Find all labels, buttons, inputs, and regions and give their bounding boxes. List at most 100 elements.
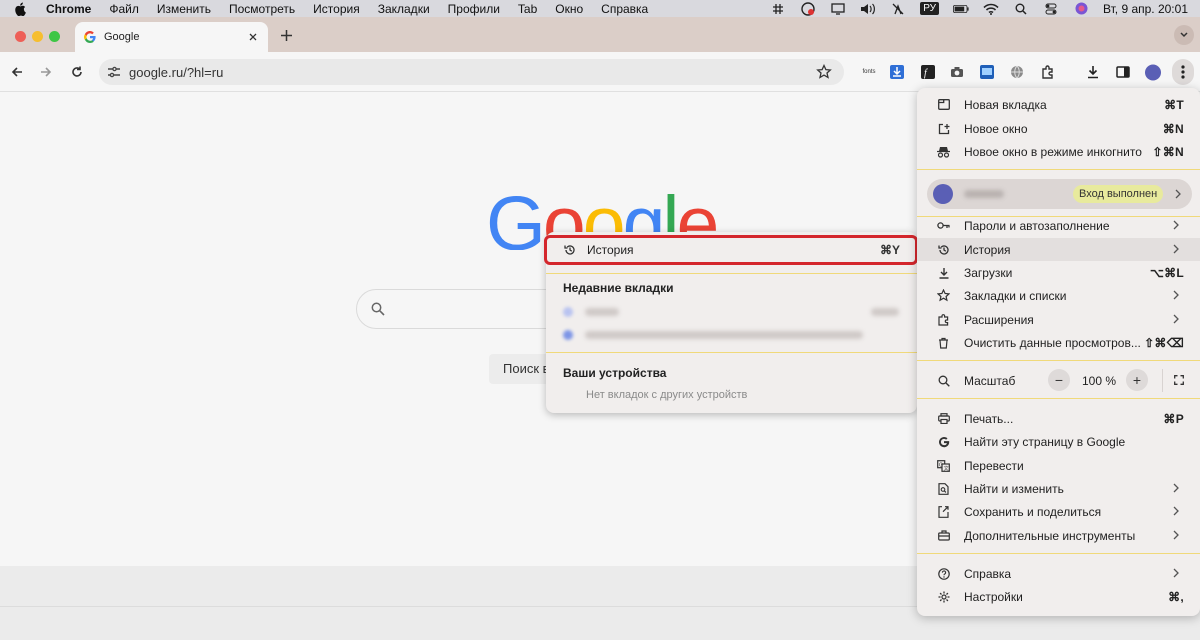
camera-extension-icon[interactable] xyxy=(949,64,965,80)
battery-icon[interactable] xyxy=(953,2,969,16)
profile-name-blurred xyxy=(964,190,1004,198)
menu-item-label: Закладки и списки xyxy=(964,289,1067,303)
translate-icon: G文 xyxy=(937,459,950,472)
recent-tab-title-blurred xyxy=(585,331,863,339)
star-icon xyxy=(937,289,950,302)
signed-in-badge: Вход выполнен xyxy=(1073,185,1164,203)
zoom-value: 100 % xyxy=(1082,374,1117,388)
extensions-puzzle-icon[interactable] xyxy=(1040,64,1056,80)
window-zoom-button[interactable] xyxy=(49,31,60,42)
globe-extension-icon[interactable] xyxy=(1009,64,1025,80)
print-icon xyxy=(937,412,950,425)
menu-item-label: Найти и изменить xyxy=(964,482,1064,496)
siri-icon[interactable] xyxy=(1073,2,1089,16)
menubar-edit[interactable]: Изменить xyxy=(157,2,211,16)
history-submenu: История ⌘Y Недавние вкладки Ваши устройс… xyxy=(544,232,918,413)
menu-item-passwords[interactable]: Пароли и автозаполнение xyxy=(917,214,1200,237)
recent-tab-item[interactable] xyxy=(563,306,619,318)
tab-close-icon[interactable] xyxy=(246,30,260,44)
menubar-tab[interactable]: Tab xyxy=(518,2,537,16)
menu-item-more-tools[interactable]: Дополнительные инструменты xyxy=(917,524,1200,547)
screenshot-extension-icon[interactable] xyxy=(979,64,995,80)
menubar-view[interactable]: Посмотреть xyxy=(229,2,295,16)
fullscreen-button[interactable] xyxy=(1168,369,1190,391)
window-minimize-button[interactable] xyxy=(32,31,43,42)
browser-toolbar: google.ru/?hl=ru fonts f xyxy=(0,52,1200,92)
menu-item-translate[interactable]: G文 Перевести xyxy=(917,454,1200,477)
menu-item-new-window[interactable]: Новое окно ⌘N xyxy=(917,117,1200,140)
display-icon[interactable] xyxy=(830,2,846,16)
tab-google[interactable]: Google xyxy=(75,22,268,52)
apple-icon[interactable] xyxy=(14,2,28,16)
bookmark-star-icon[interactable] xyxy=(816,64,832,80)
fonts-extension-icon[interactable]: fonts xyxy=(859,64,879,80)
menu-item-downloads[interactable]: Загрузки ⌥⌘L xyxy=(917,261,1200,284)
profile-avatar[interactable] xyxy=(1145,64,1161,80)
menu-item-shortcut: ⌥⌘L xyxy=(1149,266,1184,280)
recent-tab-item[interactable] xyxy=(563,329,863,341)
menu-item-label: Сохранить и поделиться xyxy=(964,505,1102,519)
chevron-right-icon xyxy=(1173,568,1181,578)
tab-search-button[interactable] xyxy=(1174,25,1194,45)
menu-item-search-page-google[interactable]: Найти эту страницу в Google xyxy=(917,430,1200,453)
menu-item-settings[interactable]: Настройки ⌘, xyxy=(917,585,1200,608)
forward-button[interactable] xyxy=(38,64,54,80)
menubar-file[interactable]: Файл xyxy=(109,2,139,16)
menu-item-extensions[interactable]: Расширения xyxy=(917,308,1200,331)
menubar-history[interactable]: История xyxy=(313,2,360,16)
menu-item-shortcut: ⇧⌘N xyxy=(1152,145,1184,159)
address-bar[interactable]: google.ru/?hl=ru xyxy=(99,59,844,85)
side-panel-icon[interactable] xyxy=(1115,64,1131,80)
menu-item-find-and-edit[interactable]: Найти и изменить xyxy=(917,477,1200,500)
keyboard-layout-indicator[interactable]: РУ xyxy=(920,2,939,15)
menu-profile-row[interactable]: Вход выполнен xyxy=(927,179,1192,209)
submenu-divider xyxy=(546,352,917,353)
menu-item-shortcut: ⇧⌘⌫ xyxy=(1144,336,1184,350)
find-icon xyxy=(937,482,950,495)
menu-item-help[interactable]: Справка xyxy=(917,562,1200,585)
menu-item-incognito[interactable]: Новое окно в режиме инкогнито ⇧⌘N xyxy=(917,140,1200,163)
downloads-icon[interactable] xyxy=(1085,64,1101,80)
menu-item-shortcut: ⌘, xyxy=(1168,590,1184,604)
chrome-menu-button[interactable] xyxy=(1172,59,1194,85)
spotlight-search-icon[interactable] xyxy=(1013,2,1029,16)
menu-item-print[interactable]: Печать... ⌘P xyxy=(917,407,1200,430)
menu-item-clear-browsing-data[interactable]: Очистить данные просмотров... ⇧⌘⌫ xyxy=(917,331,1200,354)
new-tab-icon xyxy=(937,98,950,111)
volume-icon[interactable] xyxy=(860,2,876,16)
menu-item-new-tab[interactable]: Новая вкладка ⌘T xyxy=(917,93,1200,116)
font-extension-icon[interactable]: f xyxy=(920,64,936,80)
site-settings-icon[interactable] xyxy=(107,65,121,79)
window-close-button[interactable] xyxy=(15,31,26,42)
svg-text:文: 文 xyxy=(944,464,949,471)
zoom-out-button[interactable]: − xyxy=(1048,369,1070,391)
chevron-right-icon xyxy=(1175,189,1183,199)
menu-item-history[interactable]: История xyxy=(917,238,1200,261)
antenna-off-icon[interactable] xyxy=(890,2,906,16)
tab-strip: Google xyxy=(0,17,1200,52)
hash-icon[interactable] xyxy=(770,2,786,16)
menu-divider xyxy=(917,169,1200,170)
menubar-clock[interactable]: Вт, 9 апр. 20:01 xyxy=(1103,2,1188,16)
menubar-help[interactable]: Справка xyxy=(601,2,648,16)
zoom-in-button[interactable]: + xyxy=(1126,369,1148,391)
download-extension-icon[interactable] xyxy=(889,64,905,80)
wifi-icon[interactable] xyxy=(983,2,999,16)
menubar-window[interactable]: Окно xyxy=(555,2,583,16)
menu-item-save-and-share[interactable]: Сохранить и поделиться xyxy=(917,500,1200,523)
menu-item-bookmarks[interactable]: Закладки и списки xyxy=(917,284,1200,307)
new-tab-button[interactable] xyxy=(278,27,294,43)
zoom-divider xyxy=(1162,369,1163,392)
menu-item-label: История xyxy=(964,243,1011,257)
menubar-bookmarks[interactable]: Закладки xyxy=(378,2,430,16)
menubar-app-name[interactable]: Chrome xyxy=(46,2,91,16)
control-center-icon[interactable] xyxy=(1043,2,1059,16)
recent-tab-title-blurred xyxy=(585,308,619,316)
menu-item-label: Загрузки xyxy=(964,266,1013,280)
menu-item-shortcut: ⌘P xyxy=(1163,412,1184,426)
search-icon xyxy=(371,302,385,316)
reload-button[interactable] xyxy=(69,64,85,80)
status-app-icon[interactable] xyxy=(800,1,816,16)
menubar-profiles[interactable]: Профили xyxy=(448,2,500,16)
back-button[interactable] xyxy=(9,64,25,80)
